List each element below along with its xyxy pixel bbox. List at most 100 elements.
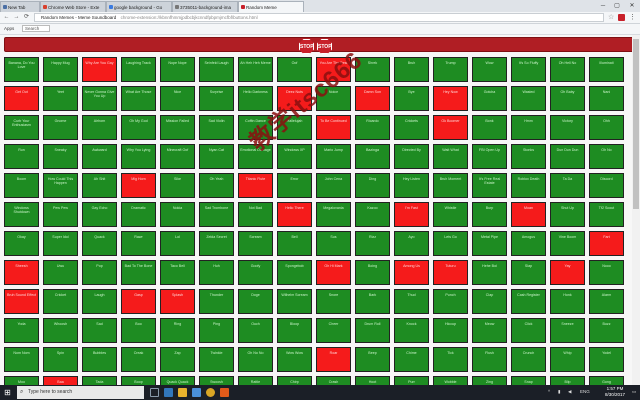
sound-button[interactable]: Twinkle	[199, 347, 234, 372]
sound-button[interactable]: Nom Nom	[4, 347, 39, 372]
tab-random-meme[interactable]: Random Meme	[238, 1, 304, 12]
sound-button[interactable]: Cheer	[316, 318, 351, 343]
sound-button[interactable]: Discord	[589, 173, 624, 198]
sound-button[interactable]: Alarm	[589, 289, 624, 314]
sound-button[interactable]: Whoosh	[43, 318, 78, 343]
notifications-icon[interactable]: ▭	[632, 389, 636, 395]
sound-button[interactable]: Ouch	[238, 318, 273, 343]
sound-button[interactable]: Bloop	[277, 318, 312, 343]
sound-button[interactable]: Whistle	[433, 202, 468, 227]
sound-button[interactable]: Bazinga	[355, 144, 390, 169]
sound-button[interactable]: Bell	[277, 231, 312, 256]
sound-button[interactable]: Bubbles	[82, 347, 117, 372]
sound-button[interactable]: Hey Now	[433, 86, 468, 111]
sound-button[interactable]: Mission Failed	[160, 115, 195, 140]
sound-button[interactable]: Sneeze	[550, 318, 585, 343]
sound-button[interactable]: Hoot	[355, 376, 390, 385]
sound-button[interactable]: Cash Register	[511, 289, 546, 314]
sound-button[interactable]: Vine Boom	[550, 231, 585, 256]
sound-button[interactable]: Laughing Track	[121, 57, 156, 82]
sound-button[interactable]: Doge	[238, 289, 273, 314]
sound-button[interactable]: Never Gonna Give You Up	[82, 86, 117, 111]
sound-button[interactable]: Hello Darkness	[238, 86, 273, 111]
tray-chevron-icon[interactable]: ^	[548, 389, 550, 394]
sound-button[interactable]: Nope Nope	[160, 57, 195, 82]
sound-button[interactable]: Ping	[199, 318, 234, 343]
windows-start-icon[interactable]: ⊞	[3, 388, 12, 397]
sound-button[interactable]: Wait What	[433, 144, 468, 169]
sound-button[interactable]: Hehe Boi	[472, 260, 507, 285]
sound-button[interactable]: Deez Nuts	[277, 86, 312, 111]
stop-sign-icon[interactable]: STOP	[299, 39, 314, 54]
sound-button[interactable]: Nice	[160, 86, 195, 111]
sound-button[interactable]: Curb Your Enthusiasm	[4, 115, 39, 140]
sound-button[interactable]: Nokia	[160, 202, 195, 227]
close-window-button[interactable]: ✕	[625, 1, 639, 11]
sound-button[interactable]: Oh Hi Mark	[316, 260, 351, 285]
sound-button[interactable]: Damn Son	[355, 86, 390, 111]
sound-button[interactable]: Minecraft Oof	[160, 144, 195, 169]
sound-button[interactable]: Shrek	[355, 57, 390, 82]
sound-button[interactable]: Clap	[472, 289, 507, 314]
page-scrollbar[interactable]	[632, 35, 640, 385]
sound-button[interactable]: Meow	[472, 318, 507, 343]
sound-button[interactable]: Kazoo	[355, 202, 390, 227]
sound-button[interactable]: Boom	[4, 173, 39, 198]
sound-button[interactable]: Slap	[511, 260, 546, 285]
sound-button[interactable]: Uwu	[43, 260, 78, 285]
sound-button[interactable]: Victory	[550, 115, 585, 140]
sound-button[interactable]: Oof	[277, 57, 312, 82]
sound-button[interactable]: Hello There	[277, 202, 312, 227]
tab-google-background[interactable]: google background - Go	[106, 1, 172, 12]
sound-button[interactable]: What Are Those	[121, 86, 156, 111]
sound-button[interactable]: Wow	[472, 57, 507, 82]
sound-button[interactable]: Oh Yeah	[199, 173, 234, 198]
taskbar-clock[interactable]: 1:57 PM 8/30/2017	[600, 386, 630, 398]
sound-button[interactable]: Baa	[43, 376, 78, 385]
sound-button[interactable]: Nani	[589, 86, 624, 111]
scrollbar-thumb[interactable]	[633, 39, 639, 209]
sound-button[interactable]: Windows XP	[277, 144, 312, 169]
sound-button[interactable]: Why You Lying	[121, 144, 156, 169]
maximize-button[interactable]: ▢	[610, 1, 624, 11]
sound-button[interactable]: Moan	[511, 202, 546, 227]
sound-button[interactable]: Oh No No	[238, 347, 273, 372]
sound-button[interactable]: Among Us	[394, 260, 429, 285]
sound-button[interactable]: Illuminati	[589, 57, 624, 82]
sound-button[interactable]: Punch	[433, 289, 468, 314]
bookmark-search-box[interactable]: Search	[22, 25, 50, 32]
sound-button[interactable]: Huh	[199, 260, 234, 285]
sound-button[interactable]: Crunch	[511, 347, 546, 372]
sound-button[interactable]: Banana, Do You Love	[4, 57, 39, 82]
apps-shortcut[interactable]: Apps	[4, 26, 14, 31]
sound-button[interactable]: Wow Wow	[277, 347, 312, 372]
sound-button[interactable]: Hey Listen	[394, 173, 429, 198]
sound-button[interactable]: Bruh Sound Effect	[4, 289, 39, 314]
sound-button[interactable]: Coffin Dance	[238, 115, 273, 140]
sound-button[interactable]: Mario Jump	[316, 144, 351, 169]
sound-button[interactable]: Beep	[355, 347, 390, 372]
sound-button[interactable]: Emotional Damage	[238, 144, 273, 169]
sound-button[interactable]: It's So Fluffy	[511, 57, 546, 82]
sound-button[interactable]: Ricardo	[355, 115, 390, 140]
sound-button[interactable]: Sus	[316, 231, 351, 256]
sound-button[interactable]: Quack Quack	[160, 376, 195, 385]
tab-background-image[interactable]: 3735011-background-ima	[172, 1, 238, 12]
sound-button[interactable]: Knock	[394, 318, 429, 343]
sound-button[interactable]: Splash	[160, 289, 195, 314]
sound-button[interactable]: Rattle	[238, 376, 273, 385]
sound-button[interactable]: It's Free Real Estate	[472, 173, 507, 198]
sound-button[interactable]: Wobble	[433, 376, 468, 385]
sound-button[interactable]: Drum Roll	[355, 318, 390, 343]
sound-button[interactable]: To Be Continued	[316, 115, 351, 140]
sound-button[interactable]: Nooo	[589, 260, 624, 285]
sound-button[interactable]: Shut Up	[550, 202, 585, 227]
stop-bar[interactable]: STOP STOP	[4, 37, 632, 54]
sound-button[interactable]: Ding	[355, 173, 390, 198]
sound-button[interactable]: Directed By	[394, 144, 429, 169]
task-view-icon[interactable]	[150, 388, 159, 397]
sound-button[interactable]: Tuturu	[433, 260, 468, 285]
sound-button[interactable]: Sneaky	[43, 144, 78, 169]
sound-button[interactable]: Spin	[43, 347, 78, 372]
sound-button[interactable]: Ta Da	[550, 173, 585, 198]
